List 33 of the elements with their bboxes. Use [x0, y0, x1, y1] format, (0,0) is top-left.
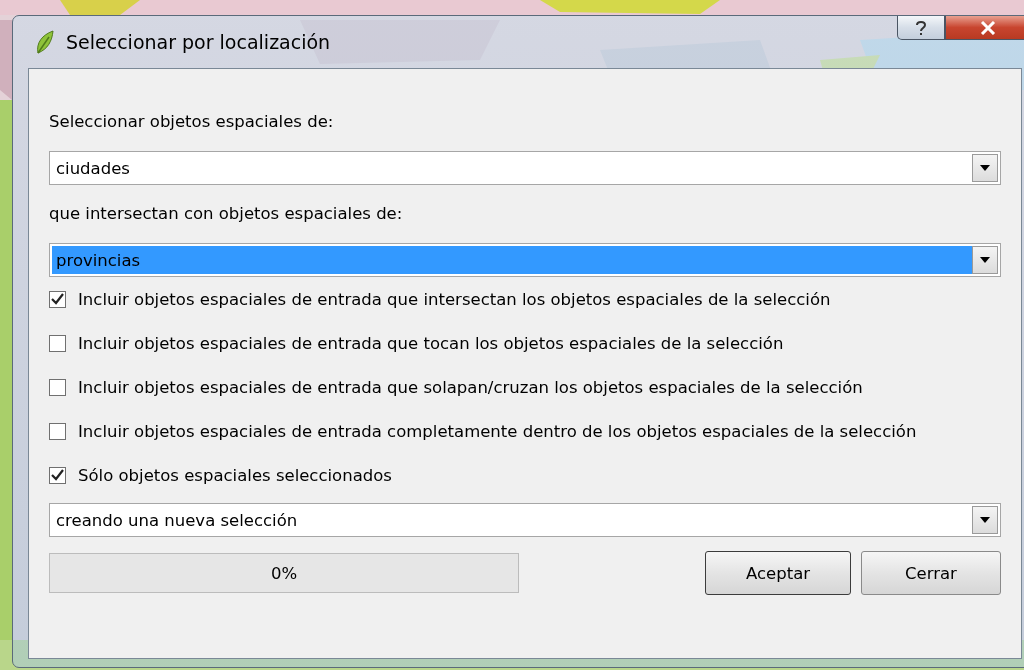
close-dialog-button[interactable]: Cerrar: [861, 551, 1001, 595]
checkbox[interactable]: [49, 422, 66, 440]
close-button[interactable]: [945, 16, 1024, 40]
checkbox-label: Incluir objetos espaciales de entrada completamente dentro de los objetos espaciales de la selección: [78, 421, 917, 441]
window-title: Seleccionar por localización: [66, 31, 331, 53]
field-label: que intersectan con objetos espaciales de:: [49, 202, 404, 225]
checkbox-label: Incluir objetos espaciales de entrada que solapan/cruzan los objetos espaciales de la selección: [78, 377, 863, 397]
dropdown-field[interactable]: creando una nueva selección: [49, 503, 1001, 537]
help-icon: [915, 19, 927, 36]
dropdown-field[interactable]: provincias: [49, 243, 1001, 277]
checkbox[interactable]: [49, 290, 66, 308]
accept-button[interactable]: Aceptar: [705, 551, 851, 595]
field-label: Seleccionar objetos espaciales de:: [49, 110, 335, 133]
dropdown-arrow-button[interactable]: [972, 246, 998, 274]
leaf-icon: [34, 29, 56, 55]
checkbox[interactable]: [49, 466, 66, 484]
dropdown-arrow-button[interactable]: [972, 506, 998, 534]
dropdown-field[interactable]: ciudades: [49, 151, 1001, 185]
close-icon: [980, 20, 996, 35]
checkbox[interactable]: [49, 334, 66, 352]
checkbox-label: Incluir objetos espaciales de entrada que tocan los objetos espaciales de la selección: [78, 333, 784, 353]
checkbox[interactable]: [49, 378, 66, 396]
caret-icon: [980, 165, 990, 171]
dropdown-value: provincias: [52, 246, 972, 274]
progress-text: 0%: [269, 562, 299, 585]
checkbox-label: Sólo objetos espaciales seleccionados: [78, 465, 392, 485]
caret-icon: [980, 257, 990, 263]
dropdown-arrow-button[interactable]: [972, 154, 998, 182]
dropdown-value: ciudades: [55, 157, 131, 180]
dropdown-value: creando una nueva selección: [55, 509, 299, 532]
checkbox-label: Incluir objetos espaciales de entrada que intersectan los objetos espaciales de la selección: [78, 289, 831, 309]
help-button[interactable]: [897, 16, 945, 40]
caret-icon: [980, 517, 990, 523]
